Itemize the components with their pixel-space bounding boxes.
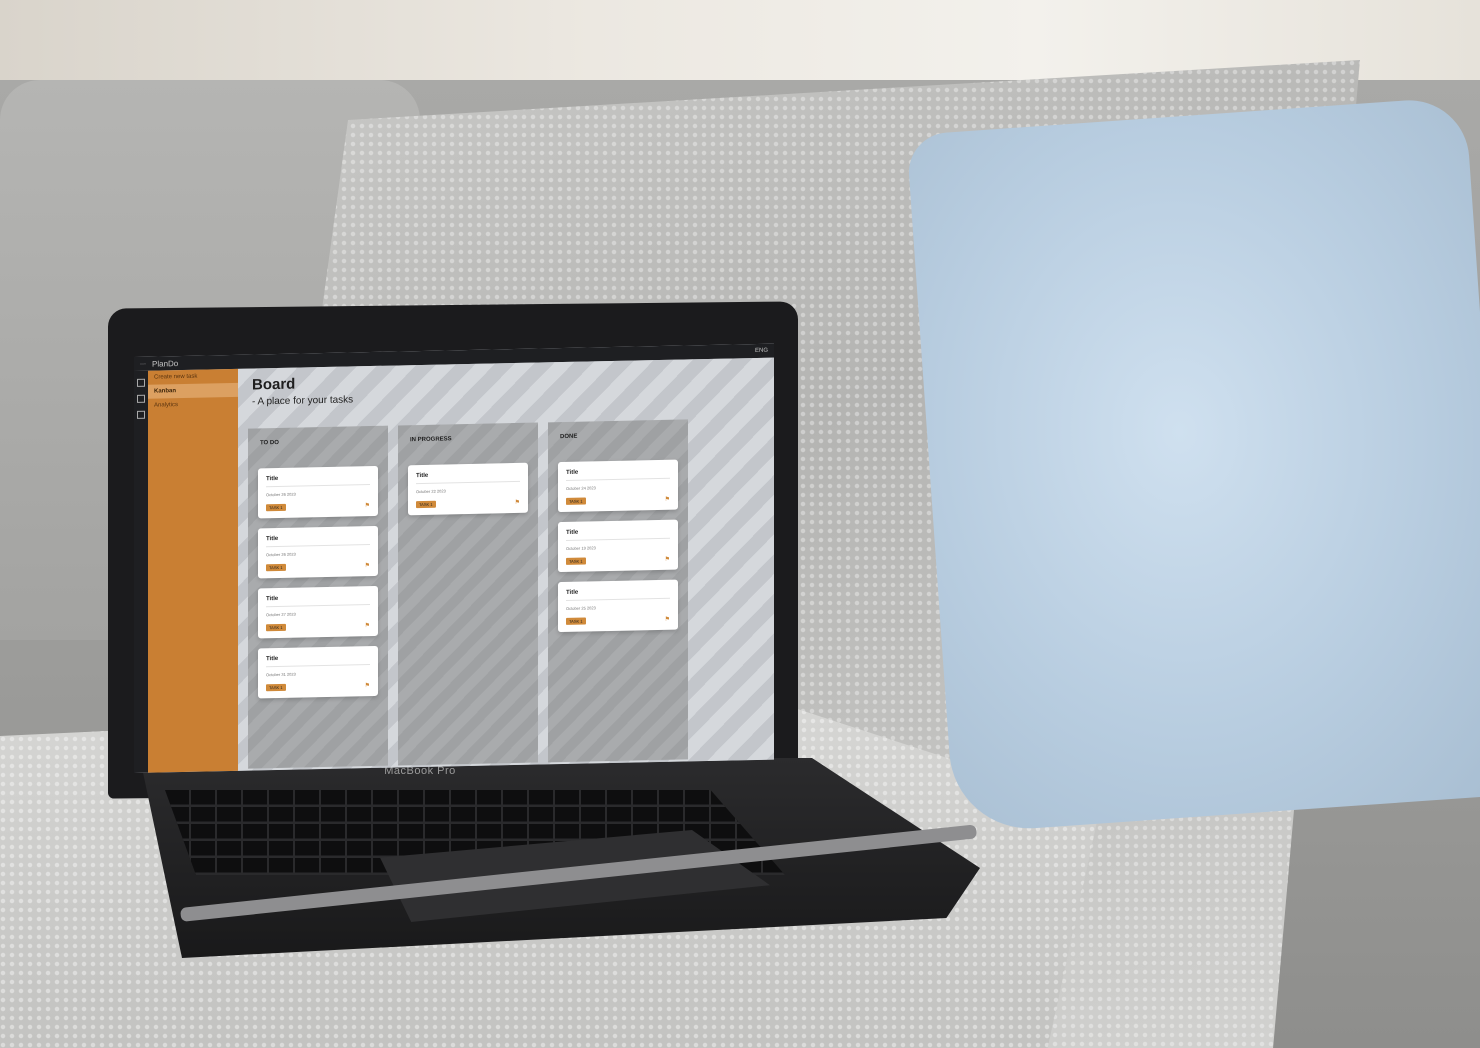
card-title: Title [266, 535, 279, 543]
column-done: DONE Title October 24 2023 TASK 1 ⚑ Titl… [548, 419, 688, 763]
divider [566, 537, 670, 541]
divider [566, 597, 670, 601]
card-title: Title [566, 469, 579, 476]
flag-icon[interactable]: ⚑ [515, 499, 520, 506]
column-todo: TO DO Title October 26 2023 TASK 1 ⚑ Tit… [248, 425, 388, 769]
task-card[interactable]: Title October 27 2023 TASK 1 ⚑ [258, 585, 378, 639]
task-card[interactable]: Title October 24 2023 TASK 1 ⚑ [558, 459, 678, 513]
divider [266, 484, 370, 488]
task-tag: TASK 1 [266, 623, 286, 632]
card-title: Title [266, 475, 279, 483]
board-area: Board - A place for your tasks TO DO Tit… [238, 357, 774, 771]
icon-rail [134, 370, 148, 773]
flag-icon[interactable]: ⚑ [365, 502, 370, 509]
divider [566, 477, 670, 481]
column-title: TO DO [260, 439, 279, 447]
sidebar: Create new task Kanban Analytics [148, 368, 238, 773]
column-title: DONE [560, 433, 578, 441]
task-card[interactable]: Title October 31 2023 TASK 1 ⚑ [258, 645, 378, 699]
task-card[interactable]: Title October 26 2023 TASK 1 ⚑ [258, 465, 378, 519]
task-tag: TASK 1 [566, 617, 586, 625]
page-subtitle: - A place for your tasks [252, 394, 354, 408]
flag-icon[interactable]: ⚑ [365, 682, 370, 689]
card-date: October 19 2023 [566, 545, 596, 551]
task-card[interactable]: Title October 19 2023 TASK 1 ⚑ [558, 519, 678, 573]
divider [266, 544, 370, 548]
task-tag: TASK 1 [266, 503, 286, 512]
analytics-icon[interactable] [137, 410, 145, 419]
card-title: Title [416, 472, 429, 480]
flag-icon[interactable]: ⚑ [365, 622, 370, 629]
task-card[interactable]: Title October 22 2023 TASK 1 ⚑ [408, 462, 528, 516]
kanban-icon[interactable] [137, 394, 145, 403]
column-title: IN PROGRESS [410, 436, 452, 444]
card-date: October 27 2023 [266, 611, 296, 618]
flag-icon[interactable]: ⚑ [665, 496, 670, 503]
page-title: Board [252, 375, 296, 394]
task-tag: TASK 1 [266, 683, 286, 692]
column-in-progress: IN PROGRESS Title October 22 2023 TASK 1… [398, 422, 538, 766]
card-title: Title [266, 655, 279, 663]
task-tag: TASK 1 [266, 563, 286, 572]
laptop-screen: ⋯ PlanDo ENG Create new task Kanban Anal… [134, 343, 774, 773]
card-date: October 25 2023 [566, 605, 596, 611]
flag-icon[interactable]: ⚑ [665, 556, 670, 563]
flag-icon[interactable]: ⚑ [365, 562, 370, 569]
card-date: October 24 2023 [566, 485, 596, 491]
photo-scene: MacBook Pro ⋯ PlanDo ENG Create new task… [0, 0, 1480, 1048]
task-tag: TASK 1 [566, 497, 586, 505]
divider [416, 480, 520, 485]
card-title: Title [266, 595, 279, 603]
blue-pillow [906, 96, 1480, 834]
card-title: Title [566, 529, 579, 536]
card-date: October 31 2023 [266, 671, 296, 678]
card-date: October 26 2023 [266, 551, 296, 558]
card-date: October 22 2023 [416, 488, 446, 495]
add-task-icon[interactable] [137, 378, 145, 387]
task-card[interactable]: Title October 25 2023 TASK 1 ⚑ [558, 579, 678, 633]
task-tag: TASK 1 [566, 557, 586, 565]
menu-icon[interactable]: ⋯ [140, 360, 146, 367]
task-tag: TASK 1 [416, 500, 436, 509]
card-title: Title [566, 589, 579, 596]
app-name: PlanDo [152, 358, 179, 369]
flag-icon[interactable]: ⚑ [665, 616, 670, 623]
task-card[interactable]: Title October 26 2023 TASK 1 ⚑ [258, 525, 378, 579]
divider [266, 664, 370, 668]
card-date: October 26 2023 [266, 491, 296, 498]
sidebar-item-analytics[interactable]: Analytics [148, 397, 238, 413]
divider [266, 604, 370, 608]
language-toggle[interactable]: ENG [755, 348, 768, 354]
